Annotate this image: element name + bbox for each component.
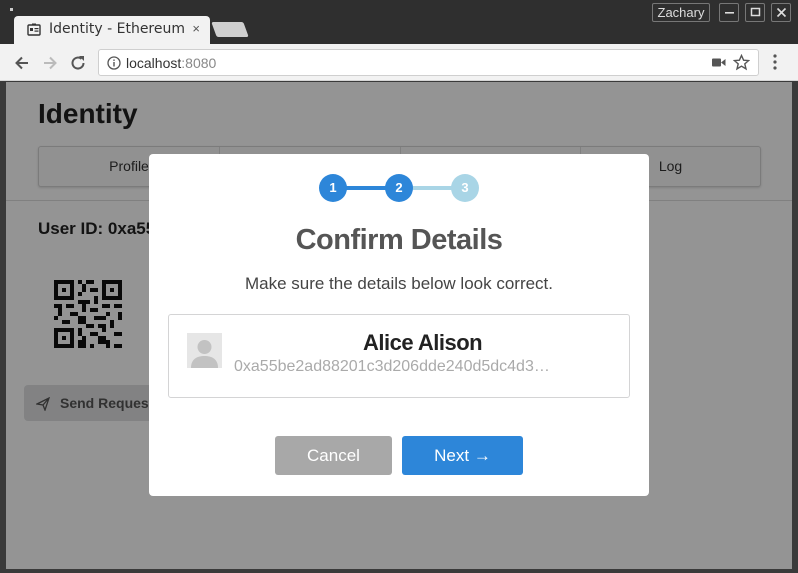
forward-arrow-icon[interactable]	[40, 53, 60, 73]
maximize-button[interactable]	[745, 3, 765, 22]
bookmark-star-icon[interactable]	[733, 54, 750, 71]
step-progress: 1 2 3	[319, 174, 481, 202]
step-3: 3	[451, 174, 479, 202]
step-1: 1	[319, 174, 347, 202]
window-menu-dot	[10, 8, 13, 11]
cancel-button[interactable]: Cancel	[275, 436, 392, 475]
modal-subtitle: Make sure the details below look correct…	[244, 274, 554, 293]
tab-close-icon[interactable]: ×	[192, 21, 200, 36]
id-card-icon	[27, 23, 41, 36]
url-host: localhost	[126, 55, 182, 71]
maximize-icon	[750, 7, 761, 17]
new-tab-button[interactable]	[211, 22, 249, 37]
next-button[interactable]: Next →	[402, 436, 523, 475]
close-window-button[interactable]	[771, 3, 791, 22]
step-2: 2	[385, 174, 413, 202]
tab-title: Identity - Ethereum	[49, 21, 186, 37]
close-icon	[776, 7, 787, 18]
contact-address: 0xa55be2ad88201c3d206dde240d5dc4d3…	[234, 358, 550, 375]
profile-user-button[interactable]: Zachary	[652, 3, 710, 22]
contact-name: Alice Alison	[363, 330, 483, 355]
minimize-icon	[725, 12, 734, 14]
address-bar[interactable]: localhost:8080	[98, 49, 759, 76]
reload-icon[interactable]	[68, 53, 88, 73]
browser-tab-active[interactable]: Identity - Ethereum ×	[14, 16, 210, 44]
browser-menu-icon[interactable]	[769, 53, 781, 71]
camera-icon[interactable]	[712, 57, 726, 68]
modal-title: Confirm Details	[295, 224, 503, 256]
user-silhouette-icon	[187, 333, 222, 368]
url-port: :8080	[181, 55, 217, 71]
info-icon[interactable]	[107, 56, 121, 70]
back-arrow-icon[interactable]	[12, 53, 32, 73]
browser-titlebar: Identity - Ethereum × Zachary	[0, 0, 798, 44]
confirm-details-modal: 1 2 3 Confirm Details Make sure the deta…	[149, 154, 649, 496]
url-text: localhost:8080	[126, 55, 216, 71]
contact-card: Alice Alison 0xa55be2ad88201c3d206dde240…	[168, 314, 630, 398]
avatar	[187, 333, 222, 368]
minimize-button[interactable]	[719, 3, 739, 22]
